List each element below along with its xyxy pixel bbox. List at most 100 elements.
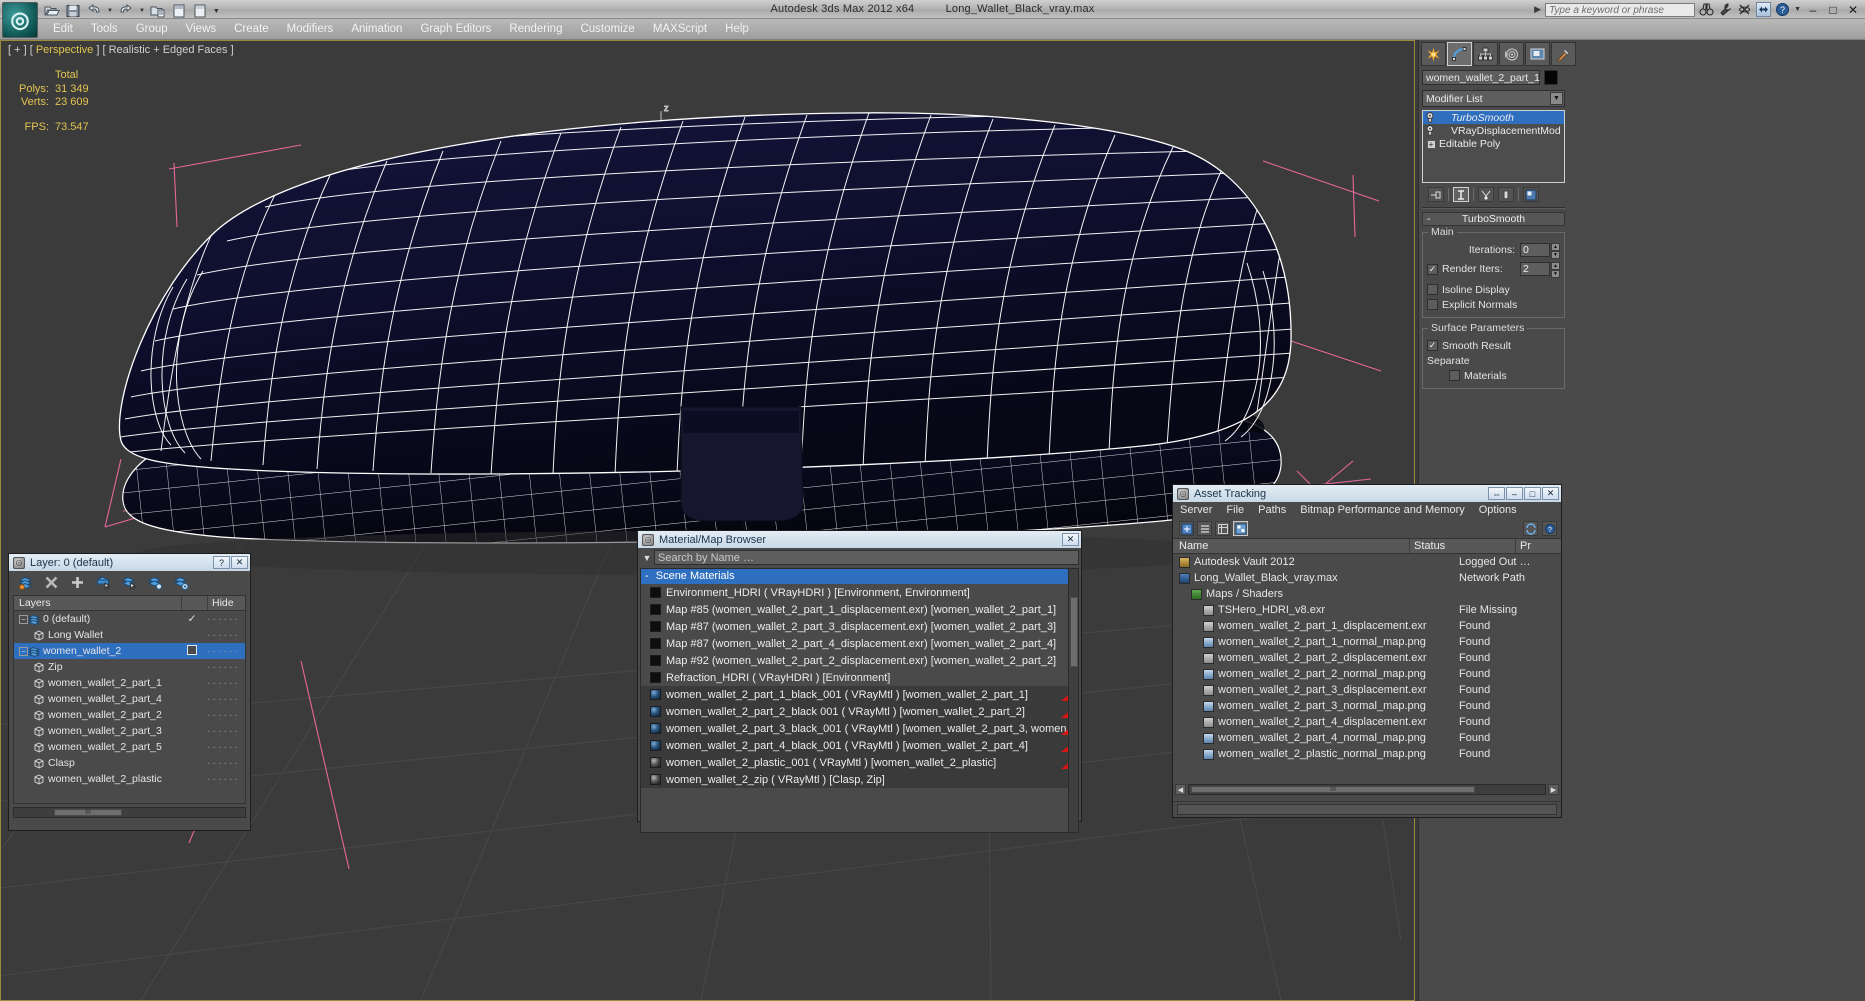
viewport-label-view[interactable]: Perspective: [36, 44, 93, 56]
add-selection-to-layer-icon[interactable]: [70, 575, 85, 590]
asset-tracking-dock-button[interactable]: ⇔: [1488, 487, 1505, 500]
save-file-icon[interactable]: [65, 3, 81, 19]
asset-row[interactable]: women_wallet_2_part_3_displacement.exr Fo…: [1173, 682, 1561, 698]
layer-row[interactable]: women_wallet_2_part_2 ······: [14, 707, 245, 723]
redo-icon[interactable]: [118, 3, 134, 19]
asset-row[interactable]: women_wallet_2_plastic_normal_map.png Fou…: [1173, 746, 1561, 762]
menu-item-modifiers[interactable]: Modifiers: [278, 19, 343, 40]
asset-horizontal-scrollbar[interactable]: III: [1188, 784, 1546, 795]
tab-motion[interactable]: [1499, 42, 1524, 66]
layer-row[interactable]: women_wallet_2_part_3 ······: [14, 723, 245, 739]
layer-row[interactable]: Clasp ······: [14, 755, 245, 771]
layer-hide-toggle[interactable]: [177, 644, 207, 658]
layer-row[interactable]: women_wallet_2_part_1 ······: [14, 675, 245, 691]
detail-view-icon[interactable]: [1215, 521, 1230, 536]
layer-freeze-cell[interactable]: ······: [207, 677, 245, 689]
modifier-stack[interactable]: TurboSmooth VRayDisplacementMod + Editable …: [1422, 110, 1565, 183]
asset-tracking-list[interactable]: Autodesk Vault 2012 Logged Out … Long_Wall…: [1173, 554, 1561, 799]
tab-utilities[interactable]: [1551, 42, 1576, 66]
scene-materials-section-header[interactable]: - Scene Materials: [641, 569, 1078, 584]
asset-help-icon[interactable]: ?: [1542, 521, 1557, 536]
smooth-result-row[interactable]: ✓ Smooth Result: [1427, 338, 1560, 353]
asset-menu-item-server[interactable]: Server: [1173, 502, 1219, 519]
material-list-item[interactable]: Map #87 (women_wallet_2_part_4_displacem…: [641, 635, 1078, 652]
material-list-item[interactable]: Map #87 (women_wallet_2_part_3_displacem…: [641, 618, 1078, 635]
menu-item-animation[interactable]: Animation: [342, 19, 411, 40]
layer-dialog-titlebar[interactable]: ◎ Layer: 0 (default) ? ✕: [9, 554, 250, 571]
asset-tracking-minimize-button[interactable]: –: [1506, 487, 1523, 500]
isoline-display-checkbox[interactable]: [1427, 284, 1438, 295]
layer-help-button[interactable]: ?: [213, 556, 230, 569]
asset-row[interactable]: women_wallet_2_part_4_normal_map.png Foun…: [1173, 730, 1561, 746]
render-setup-icon[interactable]: [171, 3, 187, 19]
object-color-swatch[interactable]: [1544, 70, 1558, 85]
menu-item-graph-editors[interactable]: Graph Editors: [411, 19, 500, 40]
menu-item-views[interactable]: Views: [177, 19, 225, 40]
select-highlighted-layer-objects-icon[interactable]: [122, 575, 137, 590]
binoculars-icon[interactable]: [1699, 2, 1714, 17]
layer-row[interactable]: women_wallet_2_plastic ······: [14, 771, 245, 787]
matbrowser-search-input[interactable]: Search by Name …: [654, 550, 1079, 565]
tab-hierarchy[interactable]: [1473, 42, 1498, 66]
object-name-field[interactable]: women_wallet_2_part_1: [1422, 70, 1540, 85]
tab-create[interactable]: [1421, 42, 1446, 66]
search-input[interactable]: Type a keyword or phrase: [1545, 2, 1696, 17]
modifier-list-dropdown[interactable]: Modifier List ▼: [1422, 90, 1565, 107]
open-file-icon[interactable]: [44, 3, 60, 19]
layer-freeze-cell[interactable]: ······: [207, 645, 245, 657]
material-list-item[interactable]: women_wallet_2_part_4_black_001 ( VRayMt…: [641, 737, 1078, 754]
show-end-result-icon[interactable]: [1453, 187, 1469, 202]
iterations-input[interactable]: 0: [1520, 243, 1550, 257]
material-list-item[interactable]: women_wallet_2_part_2_black 001 ( VRayMt…: [641, 703, 1078, 720]
asset-menu-item-file[interactable]: File: [1219, 502, 1251, 519]
material-list-item[interactable]: women_wallet_2_part_1_black_001 ( VRayMt…: [641, 686, 1078, 703]
highlight-selected-objects-icon[interactable]: [148, 575, 163, 590]
asset-column-status[interactable]: Status: [1409, 539, 1515, 553]
modifier-stack-item[interactable]: TurboSmooth: [1423, 111, 1564, 124]
layer-row[interactable]: − 0 (default) ✓ ······: [14, 611, 245, 627]
expand-collapse-icon[interactable]: −: [19, 646, 28, 656]
communication-center-icon[interactable]: [1756, 2, 1772, 17]
matbrowser-scroll-thumb[interactable]: [1070, 597, 1078, 667]
layer-freeze-cell[interactable]: ······: [207, 709, 245, 721]
asset-row[interactable]: Autodesk Vault 2012 Logged Out …: [1173, 554, 1561, 570]
material-list-item[interactable]: women_wallet_2_plastic_001 ( VRayMtl ) […: [641, 754, 1078, 771]
layer-freeze-cell[interactable]: ······: [207, 661, 245, 673]
render-iters-spinner[interactable]: ▲ ▼: [1551, 262, 1560, 278]
explicit-normals-row[interactable]: Explicit Normals: [1427, 297, 1560, 312]
render-iters-input[interactable]: 2: [1520, 262, 1550, 276]
layer-freeze-cell[interactable]: ······: [207, 757, 245, 769]
sync-icon[interactable]: [1523, 521, 1538, 536]
asset-tracking-titlebar[interactable]: ◎ Asset Tracking ⇔ – □ ✕: [1173, 485, 1561, 502]
select-objects-in-layer-icon[interactable]: [96, 575, 111, 590]
asset-menu-item-options[interactable]: Options: [1472, 502, 1524, 519]
layer-freeze-cell[interactable]: ······: [207, 613, 245, 625]
application-menu-button[interactable]: ◎: [2, 2, 38, 38]
matbrowser-close-button[interactable]: ✕: [1062, 533, 1079, 546]
matbrowser-vertical-scrollbar[interactable]: [1068, 569, 1078, 832]
iterations-spinner[interactable]: ▲ ▼: [1551, 243, 1560, 259]
asset-row[interactable]: TSHero_HDRI_v8.exr File Missing: [1173, 602, 1561, 618]
help-icon[interactable]: ?: [1775, 2, 1790, 17]
layer-freeze-cell[interactable]: ······: [207, 773, 245, 785]
maximize-button[interactable]: □: [1825, 3, 1841, 17]
asset-row[interactable]: women_wallet_2_part_4_displacement.exr Fo…: [1173, 714, 1561, 730]
asset-row[interactable]: women_wallet_2_part_2_displacement.exr Fo…: [1173, 650, 1561, 666]
menu-item-maxscript[interactable]: MAXScript: [644, 19, 716, 40]
layer-list[interactable]: −0 (default) ✓ ······ Long Wallet ······ − wom…: [13, 611, 246, 804]
layer-freeze-cell[interactable]: ······: [207, 693, 245, 705]
layer-properties-icon[interactable]: [174, 575, 189, 590]
menu-item-edit[interactable]: Edit: [44, 19, 82, 40]
scroll-right-icon[interactable]: ▶: [1548, 784, 1559, 795]
create-new-layer-icon[interactable]: [18, 575, 33, 590]
layer-scroll-thumb[interactable]: III: [54, 809, 122, 816]
scroll-left-icon[interactable]: ◀: [1175, 784, 1186, 795]
asset-tracking-maximize-button[interactable]: □: [1524, 487, 1541, 500]
asset-row[interactable]: Long_Wallet_Black_vray.max Network Path: [1173, 570, 1561, 586]
menu-item-customize[interactable]: Customize: [571, 19, 643, 40]
menu-item-help[interactable]: Help: [716, 19, 758, 40]
isoline-display-row[interactable]: Isoline Display: [1427, 282, 1560, 297]
filter-dropdown-icon[interactable]: ▼: [640, 553, 654, 563]
lightbulb-icon[interactable]: [1425, 112, 1437, 123]
matbrowser-list[interactable]: - Scene Materials Environment_HDRI ( VRa…: [640, 568, 1079, 833]
